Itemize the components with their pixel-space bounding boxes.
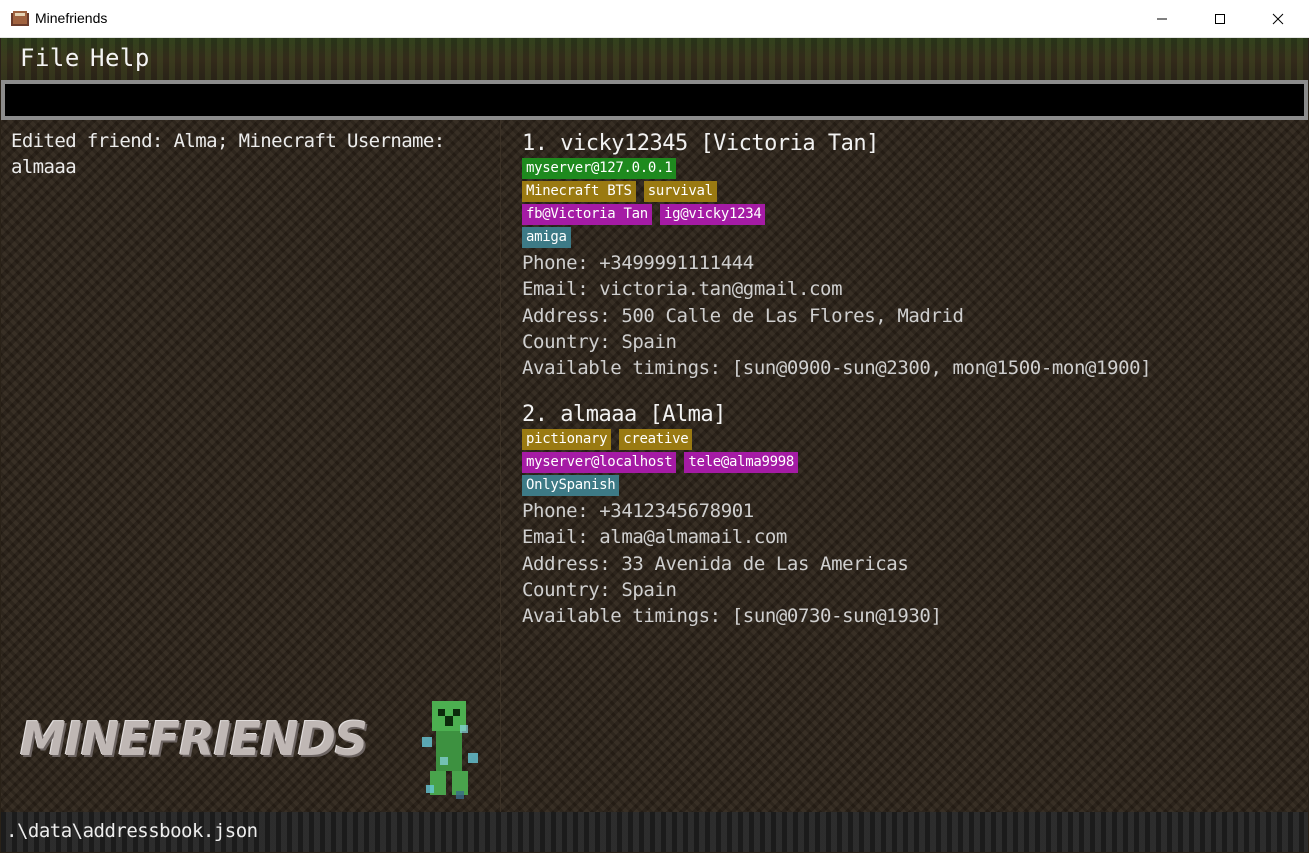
- friend-phone: Phone: +3499991111444: [522, 252, 754, 274]
- tag: Minecraft BTS: [522, 181, 636, 202]
- tag-row: pictionary creative: [522, 429, 941, 452]
- friend-name: 2. almaaa [Alma]: [522, 402, 726, 427]
- title-bar: Minefriends: [0, 0, 1309, 38]
- minimize-button[interactable]: [1133, 0, 1191, 38]
- maximize-icon: [1215, 14, 1225, 24]
- tag-row: amiga: [522, 227, 1151, 250]
- friend-list-panel: 1. vicky12345 [Victoria Tan] myserver@12…: [501, 120, 1308, 812]
- status-file-path: .\data\addressbook.json: [6, 820, 258, 842]
- tag: survival: [643, 181, 717, 202]
- friend-name: 1. vicky12345 [Victoria Tan]: [522, 131, 879, 156]
- menu-file[interactable]: File: [20, 44, 80, 72]
- tag: pictionary: [522, 429, 612, 450]
- tag: creative: [619, 429, 693, 450]
- tag-row: fb@Victoria Tan ig@vicky1234: [522, 204, 1151, 227]
- tag: ig@vicky1234: [659, 204, 766, 225]
- tag-row: OnlySpanish: [522, 475, 941, 498]
- status-bar: .\data\addressbook.json: [1, 812, 1308, 852]
- tag: amiga: [522, 227, 571, 248]
- command-box: [1, 80, 1308, 120]
- tag: fb@Victoria Tan: [522, 204, 652, 225]
- friend-country: Country: Spain: [522, 578, 677, 601]
- tag: myserver@localhost: [522, 452, 677, 473]
- result-message: Edited friend: Alma; Minecraft Username:…: [11, 130, 445, 178]
- friend-email: Email: alma@almamail.com: [522, 526, 787, 549]
- command-input[interactable]: [5, 84, 1304, 116]
- tag: myserver@127.0.0.1: [522, 158, 677, 179]
- minimize-icon: [1157, 18, 1167, 20]
- friend-phone: Phone: +3412345678901: [522, 500, 754, 522]
- tag: tele@alma9998: [684, 452, 799, 473]
- tag: OnlySpanish: [522, 475, 620, 496]
- friend-card[interactable]: 1. vicky12345 [Victoria Tan] myserver@12…: [522, 130, 1152, 381]
- creeper-icon: [422, 701, 478, 799]
- friend-address: Address: 33 Avenida de Las Americas: [522, 552, 909, 575]
- window-title: Minefriends: [35, 10, 108, 26]
- app-book-icon: [11, 11, 29, 26]
- close-button[interactable]: [1249, 0, 1307, 38]
- friend-address: Address: 500 Calle de Las Flores, Madrid: [522, 304, 964, 327]
- tag-row: Minecraft BTS survival: [522, 181, 1151, 204]
- friend-timings: Available timings: [sun@0730-sun@1930]: [522, 605, 942, 628]
- friend-email: Email: victoria.tan@gmail.com: [522, 278, 843, 301]
- friend-country: Country: Spain: [522, 330, 677, 353]
- menu-help[interactable]: Help: [90, 44, 150, 72]
- tag-row: myserver@localhost tele@alma9998: [522, 452, 941, 475]
- friend-timings: Available timings: [sun@0900-sun@2300, m…: [522, 357, 1152, 380]
- tag-row: myserver@127.0.0.1: [522, 158, 1151, 181]
- maximize-button[interactable]: [1191, 0, 1249, 38]
- menu-bar: File Help: [1, 38, 1308, 80]
- minefriends-logo: MINEFRIENDS: [20, 712, 368, 766]
- close-icon: [1272, 13, 1284, 25]
- friend-card[interactable]: 2. almaaa [Alma] pictionary creative mys…: [522, 401, 942, 629]
